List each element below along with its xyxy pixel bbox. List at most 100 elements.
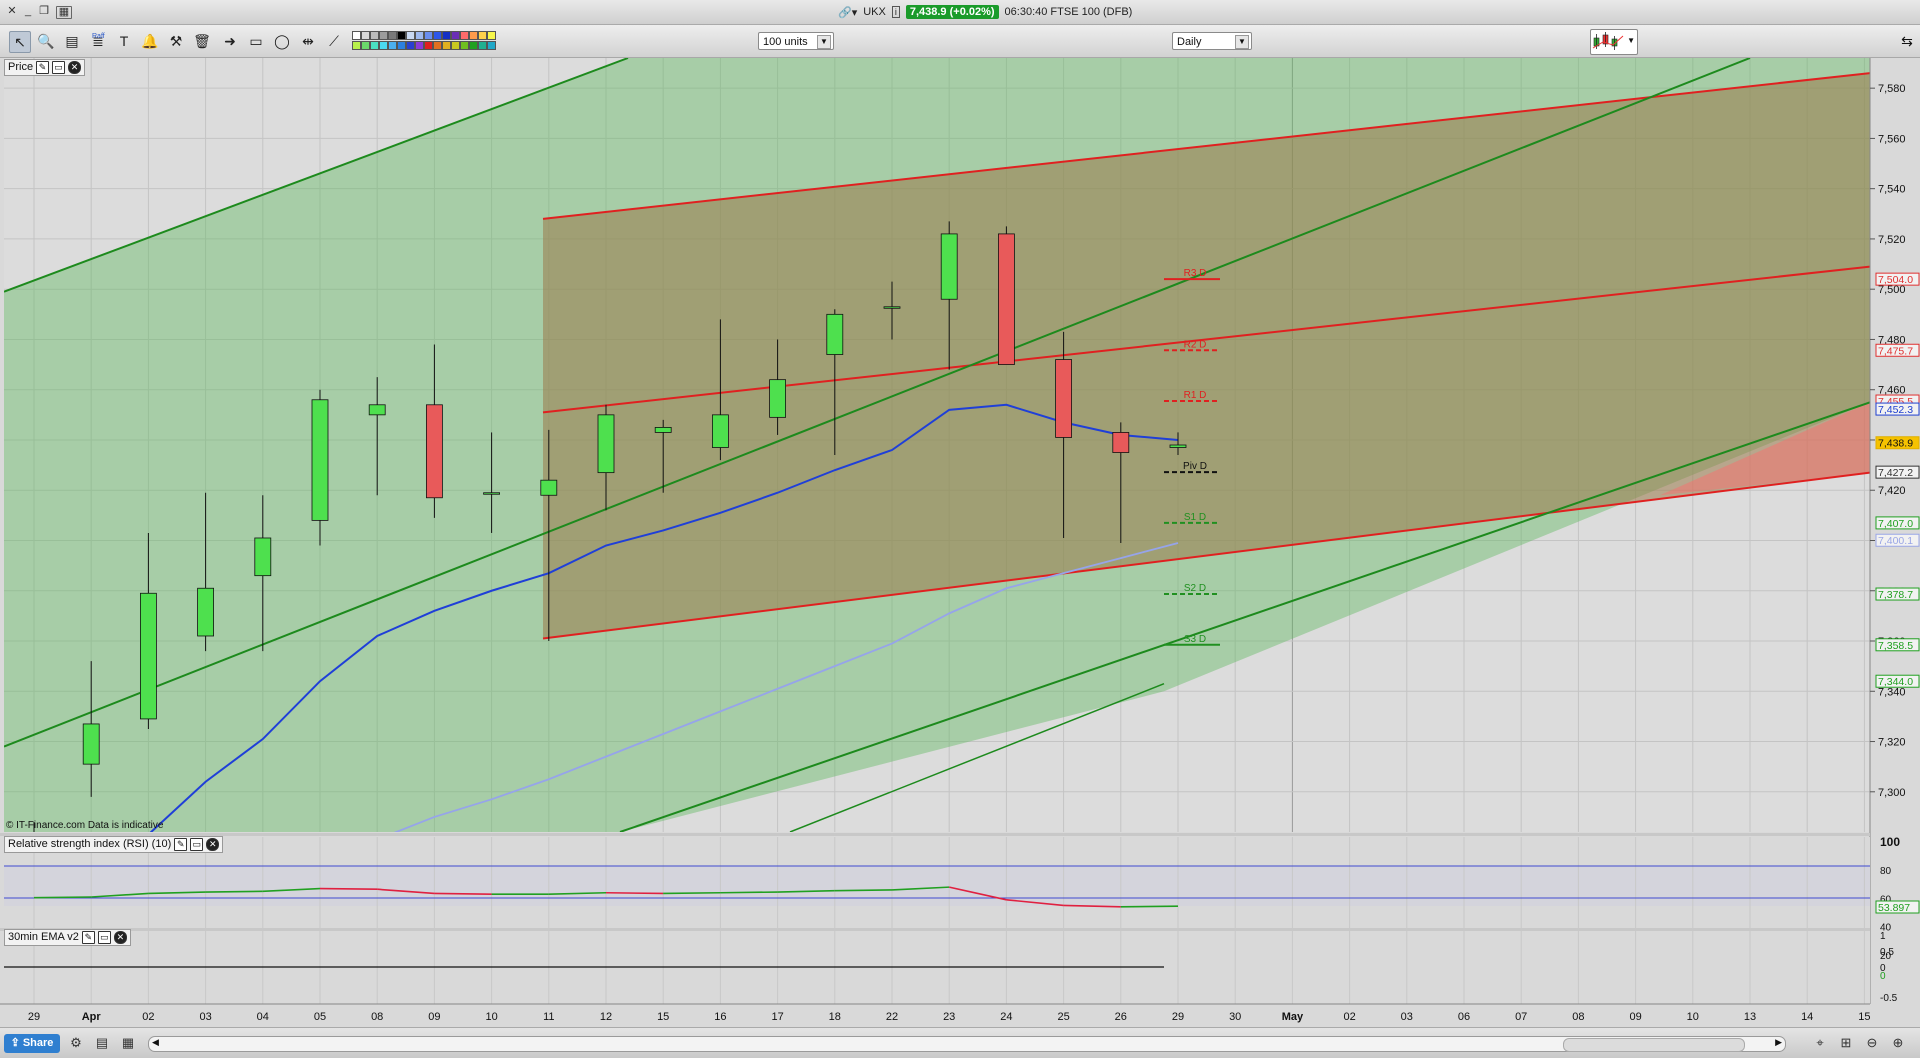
- color-swatch[interactable]: [388, 41, 397, 50]
- pointer-icon[interactable]: ↖: [9, 31, 31, 53]
- color-swatch[interactable]: [487, 41, 496, 50]
- chevron-down-icon: ▼: [1627, 36, 1635, 45]
- x-tick-label: 15: [657, 1011, 669, 1023]
- alert-icon[interactable]: 🔔: [140, 31, 160, 51]
- color-swatch[interactable]: [451, 41, 460, 50]
- price-panel-label: Price: [8, 61, 34, 73]
- color-swatch[interactable]: [460, 31, 469, 40]
- link-icon[interactable]: 🔗▾: [838, 6, 857, 19]
- rsi-segment: [319, 887, 378, 891]
- price-tag-label: 7,475.7: [1878, 345, 1913, 357]
- color-swatch[interactable]: [469, 41, 478, 50]
- collapse-panel-icon[interactable]: ⇆: [1898, 31, 1916, 51]
- raff-icon[interactable]: Raff ≣: [88, 31, 108, 51]
- price-tick-label: 7,520: [1878, 234, 1906, 246]
- chart-type-button[interactable]: ▼: [1590, 29, 1638, 55]
- grid-icon[interactable]: ▦: [120, 1035, 136, 1051]
- color-swatch[interactable]: [451, 31, 460, 40]
- wrench-icon[interactable]: ✎: [36, 61, 50, 74]
- color-swatch[interactable]: [478, 41, 487, 50]
- share-icon: ⇪: [10, 1037, 23, 1049]
- color-swatch[interactable]: [352, 31, 361, 40]
- window-icon[interactable]: ▭: [52, 61, 66, 74]
- color-swatch[interactable]: [442, 41, 451, 50]
- color-swatch[interactable]: [442, 31, 451, 40]
- color-swatch[interactable]: [415, 31, 424, 40]
- color-swatch[interactable]: [388, 31, 397, 40]
- color-swatch[interactable]: [361, 31, 370, 40]
- color-swatch[interactable]: [397, 31, 406, 40]
- close-icon[interactable]: ✕: [206, 838, 220, 851]
- rsi-segment: [605, 891, 664, 895]
- arrow-icon[interactable]: ➜: [220, 31, 240, 51]
- chart-canvas[interactable]: R3 D R2 D R1 D Piv D S1 D S2 D S3 D 7,580 7,560…: [0, 58, 1920, 1026]
- trendline-icon[interactable]: ⟋: [324, 31, 344, 51]
- copyright-note: © IT-Finance.com Data is indicative: [6, 820, 164, 831]
- scroll-left-icon[interactable]: ◀: [152, 1037, 159, 1048]
- color-swatch[interactable]: [406, 31, 415, 40]
- pivot-label: S1 D: [1184, 512, 1206, 523]
- zoom-in-icon[interactable]: ⊕: [1890, 1035, 1906, 1051]
- trash-icon[interactable]: 🗑: [192, 31, 212, 51]
- units-select[interactable]: 100 units ▼: [758, 32, 834, 50]
- color-swatch[interactable]: [370, 41, 379, 50]
- pivot-label: S2 D: [1184, 583, 1206, 594]
- price-badge: 7,438.9 (+0.02%): [905, 5, 999, 19]
- close-icon[interactable]: ✕: [68, 61, 82, 74]
- drawing-toolbar: ↖ 🔍 ▤ Raff ≣ T 🔔 ⚒ 🗑 ➜ ▭ ◯ ⇹ ⟋ 100 units …: [0, 25, 1920, 58]
- color-swatch[interactable]: [352, 41, 361, 50]
- color-swatch[interactable]: [460, 41, 469, 50]
- keyboard-icon[interactable]: ▦: [56, 6, 72, 19]
- crosshair-icon[interactable]: ⌖: [1812, 1035, 1828, 1051]
- color-swatch[interactable]: [433, 31, 442, 40]
- close-icon[interactable]: ✕: [113, 931, 127, 944]
- color-swatch[interactable]: [424, 31, 433, 40]
- color-swatch[interactable]: [469, 31, 478, 40]
- candle-body: [597, 414, 615, 474]
- x-tick-label: 15: [1858, 1011, 1870, 1023]
- settings-icon[interactable]: ⚙: [68, 1035, 84, 1051]
- fib-icon[interactable]: ▤: [62, 31, 82, 51]
- color-swatch[interactable]: [379, 41, 388, 50]
- restore-window-icon[interactable]: ❐: [38, 6, 50, 17]
- color-swatch[interactable]: [415, 41, 424, 50]
- rsi-segment: [205, 890, 263, 893]
- x-tick-label: 25: [1057, 1011, 1069, 1023]
- period-select[interactable]: Daily ▼: [1172, 32, 1252, 50]
- share-button[interactable]: ⇪ Share: [4, 1034, 60, 1053]
- color-swatch[interactable]: [487, 31, 496, 40]
- zoom-fit-icon[interactable]: ⊞: [1838, 1035, 1854, 1051]
- minimize-window-icon[interactable]: _: [22, 6, 34, 17]
- rectangle-icon[interactable]: ▭: [246, 31, 266, 51]
- candle-body: [883, 306, 901, 309]
- rsi-panel-header: Relative strength index (RSI) (10) ✎ ▭ ✕: [4, 836, 224, 853]
- ellipse-icon[interactable]: ◯: [272, 31, 292, 51]
- layout-icon[interactable]: ▤: [94, 1035, 110, 1051]
- window-icon[interactable]: ▭: [97, 931, 111, 944]
- scroll-right-icon[interactable]: ▶: [1775, 1037, 1782, 1048]
- color-swatch[interactable]: [478, 31, 487, 40]
- rsi-segment: [1120, 905, 1179, 908]
- color-swatch[interactable]: [397, 41, 406, 50]
- info-icon[interactable]: i: [891, 6, 900, 18]
- wrench-icon[interactable]: ✎: [81, 931, 95, 944]
- rsi-segment: [720, 891, 778, 894]
- window-icon[interactable]: ▭: [190, 838, 204, 851]
- color-swatch[interactable]: [424, 41, 433, 50]
- text-icon[interactable]: T: [114, 31, 134, 51]
- color-swatch[interactable]: [406, 41, 415, 50]
- color-swatch[interactable]: [361, 41, 370, 50]
- zoom-icon[interactable]: 🔍: [36, 31, 56, 51]
- color-swatch[interactable]: [433, 41, 442, 50]
- hammer-icon[interactable]: ⚒: [166, 31, 186, 51]
- zoom-out-icon[interactable]: ⊖: [1864, 1035, 1880, 1051]
- color-swatch[interactable]: [370, 31, 379, 40]
- wrench-icon[interactable]: ✎: [174, 838, 188, 851]
- scroll-thumb[interactable]: [1563, 1038, 1745, 1052]
- horizontal-scrollbar[interactable]: ◀ ▶: [148, 1036, 1786, 1052]
- close-window-icon[interactable]: ✕: [6, 6, 18, 17]
- pivot-label: R1 D: [1184, 390, 1207, 401]
- color-swatch[interactable]: [379, 31, 388, 40]
- x-tick-label: 10: [1687, 1011, 1699, 1023]
- channel-icon[interactable]: ⇹: [298, 31, 318, 51]
